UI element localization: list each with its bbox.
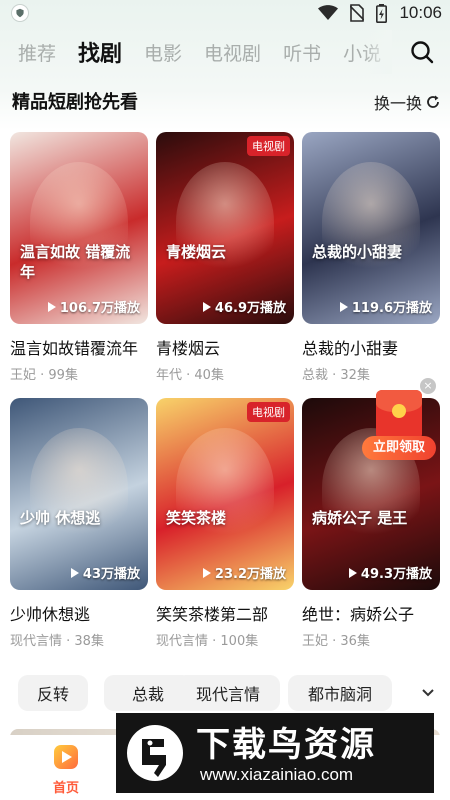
- tab-3[interactable]: 电视剧: [204, 39, 261, 66]
- card-title[interactable]: 少帅休想逃: [10, 601, 160, 625]
- poster-image[interactable]: 青楼烟云 电视剧 46.9万播放: [156, 132, 294, 324]
- play-icon: [202, 567, 211, 578]
- no-sim-icon: [350, 4, 365, 22]
- filter-chip[interactable]: 反转: [18, 675, 88, 711]
- bird-logo-icon: [127, 725, 183, 781]
- play-count-text: 106.7万播放: [59, 301, 140, 316]
- watermark-url: www.xiazainiao.com: [200, 765, 354, 784]
- top-tabs: 推荐找剧电影电视剧听书小说: [0, 30, 450, 74]
- refresh-label: 换一换: [373, 94, 422, 113]
- card-title[interactable]: 总裁的小甜妻: [302, 335, 450, 359]
- claim-button[interactable]: 立即领取: [362, 436, 436, 460]
- poster-title-art: 病娇公子 是王: [312, 509, 408, 527]
- tab-1[interactable]: 找剧: [78, 36, 122, 68]
- search-icon[interactable]: [410, 40, 434, 64]
- poster-figure: [176, 428, 274, 548]
- play-count-text: 23.2万播放: [214, 567, 286, 582]
- poster-title-art: 青楼烟云: [166, 243, 227, 261]
- card-meta: 总裁 · 32集: [302, 368, 370, 383]
- poster-image[interactable]: 总裁的小甜妻 119.6万播放: [302, 132, 440, 324]
- close-icon[interactable]: ×: [420, 378, 436, 394]
- red-packet-widget[interactable]: × 立即领取: [362, 378, 442, 468]
- refresh-icon: [427, 95, 439, 108]
- play-count: 43万播放: [70, 563, 140, 582]
- drama-card[interactable]: 青楼烟云 电视剧 46.9万播放 青楼烟云年代 · 40集: [156, 132, 294, 383]
- poster-image[interactable]: 笑笑茶楼 电视剧 23.2万播放: [156, 398, 294, 590]
- play-count: 46.9万播放: [202, 297, 286, 316]
- filter-chip[interactable]: 现代言情: [176, 675, 280, 711]
- poster-title-art: 少帅 休想逃: [20, 509, 101, 527]
- wifi-icon: [318, 5, 339, 20]
- poster-figure: [30, 428, 128, 548]
- poster-figure: [322, 162, 420, 282]
- play-icon: [339, 301, 348, 312]
- tab-2[interactable]: 电影: [144, 39, 182, 66]
- poster-title-art: 总裁的小甜妻: [312, 243, 403, 261]
- play-count: 106.7万播放: [47, 297, 140, 316]
- battery-icon: [376, 3, 388, 23]
- play-count: 23.2万播放: [202, 563, 286, 582]
- card-meta: 王妃 · 36集: [302, 634, 370, 649]
- play-count: 49.3万播放: [348, 563, 432, 582]
- status-time: 10:06: [399, 3, 442, 22]
- drama-card[interactable]: 少帅 休想逃 43万播放 少帅休想逃 现代言情 · 38集: [10, 398, 148, 649]
- shield-icon: [12, 5, 28, 21]
- poster-title-art: 笑笑茶楼: [166, 509, 227, 527]
- play-count: 119.6万播放: [339, 297, 432, 316]
- home-play-icon: [54, 745, 78, 769]
- chevron-down-icon[interactable]: [418, 683, 438, 703]
- card-meta: 年代 · 40集: [156, 368, 224, 383]
- play-icon: [348, 567, 357, 578]
- card-title[interactable]: 青楼烟云: [156, 335, 306, 359]
- play-icon: [202, 301, 211, 312]
- section-header: 精品短剧抢先看 换一换: [12, 88, 440, 114]
- watermark-title: 下载鸟资源: [196, 725, 376, 765]
- card-meta: 王妃 · 99集: [10, 368, 78, 383]
- play-icon: [47, 301, 56, 312]
- play-count-text: 46.9万播放: [214, 301, 286, 316]
- poster-figure: [176, 162, 274, 282]
- play-count-text: 119.6万播放: [351, 301, 432, 316]
- nav-home[interactable]: 首页: [44, 745, 88, 796]
- watermark: 下载鸟资源 www.xiazainiao.com: [116, 713, 434, 793]
- section-title: 精品短剧抢先看: [12, 92, 138, 113]
- card-meta: 现代言情 · 100集: [156, 634, 259, 649]
- tv-badge: 电视剧: [247, 402, 290, 422]
- card-title[interactable]: 绝世：病娇公子: [302, 601, 450, 625]
- drama-card[interactable]: 笑笑茶楼 电视剧 23.2万播放 笑笑茶楼第二部 现代言情 · 100集: [156, 398, 294, 649]
- filter-chip[interactable]: 都市脑洞: [288, 675, 392, 711]
- tab-4[interactable]: 听书: [283, 39, 321, 66]
- refresh-button[interactable]: 换一换: [374, 90, 440, 114]
- play-count-text: 43万播放: [82, 567, 140, 582]
- status-bar: 10:06: [0, 0, 450, 26]
- tabs-fade: [362, 30, 392, 74]
- poster-image[interactable]: 少帅 休想逃 43万播放: [10, 398, 148, 590]
- card-title[interactable]: 温言如故错覆流年: [10, 335, 160, 359]
- red-envelope-icon: [376, 390, 422, 440]
- drama-card[interactable]: 温言如故 错覆流年 106.7万播放 温言如故错覆流年 王妃 · 99集: [10, 132, 148, 383]
- status-right: 10:06: [318, 2, 442, 24]
- tv-badge: 电视剧: [247, 136, 290, 156]
- nav-home-label: 首页: [52, 781, 79, 796]
- filter-chips: 反转 总裁 现代言情 都市脑洞: [18, 675, 438, 711]
- tab-0[interactable]: 推荐: [18, 39, 56, 66]
- play-count-text: 49.3万播放: [360, 567, 432, 582]
- poster-image[interactable]: 温言如故 错覆流年 106.7万播放: [10, 132, 148, 324]
- play-icon: [70, 567, 79, 578]
- poster-title-art: 温言如故 错覆流年: [20, 243, 131, 281]
- card-title[interactable]: 笑笑茶楼第二部: [156, 601, 306, 625]
- drama-card[interactable]: 总裁的小甜妻 119.6万播放 总裁的小甜妻总裁 · 32集: [302, 132, 440, 383]
- tabs-scroll[interactable]: 推荐找剧电影电视剧听书小说: [18, 30, 390, 74]
- card-meta: 现代言情 · 38集: [10, 634, 104, 649]
